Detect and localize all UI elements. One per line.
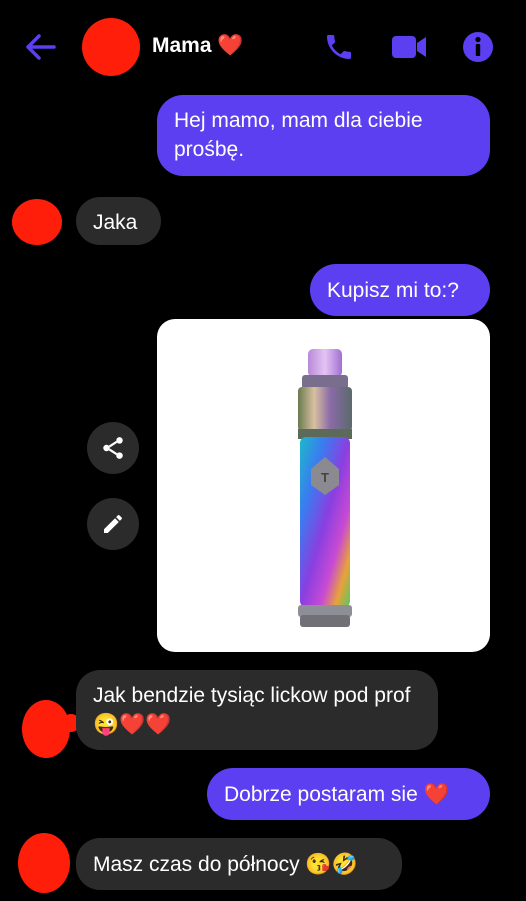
message-image[interactable]: T bbox=[157, 319, 490, 652]
message-outgoing[interactable]: Hej mamo, mam dla ciebie prośbę. bbox=[157, 95, 490, 176]
contact-name[interactable]: Mama ❤️ bbox=[152, 34, 244, 58]
vape-pen-image: T bbox=[298, 349, 352, 627]
back-arrow-icon[interactable] bbox=[24, 32, 56, 67]
video-camera-icon[interactable] bbox=[391, 33, 427, 66]
avatar bbox=[22, 700, 70, 758]
phone-icon[interactable] bbox=[323, 31, 355, 68]
message-text: Dobrze postaram sie ❤️ bbox=[224, 783, 450, 806]
message-text: Jak bendzie tysiąc lickow pod prof 😜❤️❤️ bbox=[93, 684, 411, 736]
message-text: Hej mamo, mam dla ciebie prośbę. bbox=[174, 109, 423, 161]
message-incoming[interactable]: Jak bendzie tysiąc lickow pod prof 😜❤️❤️ bbox=[76, 670, 438, 750]
message-text: Masz czas do północy 😘🤣 bbox=[93, 853, 358, 876]
share-icon bbox=[103, 437, 123, 459]
message-incoming[interactable]: Masz czas do północy 😘🤣 bbox=[76, 838, 402, 890]
avatar[interactable] bbox=[82, 18, 140, 76]
avatar bbox=[18, 833, 70, 893]
message-incoming[interactable]: Jaka bbox=[76, 197, 161, 245]
info-icon[interactable] bbox=[462, 31, 494, 68]
avatar bbox=[12, 199, 62, 245]
message-text: Jaka bbox=[93, 211, 138, 234]
message-outgoing[interactable]: Kupisz mi to:? bbox=[310, 264, 490, 316]
share-button[interactable] bbox=[87, 422, 139, 474]
pencil-icon bbox=[104, 514, 122, 533]
message-text: Kupisz mi to:? bbox=[327, 279, 459, 302]
edit-button[interactable] bbox=[87, 498, 139, 550]
svg-text:T: T bbox=[321, 470, 329, 485]
message-outgoing[interactable]: Dobrze postaram sie ❤️ bbox=[207, 768, 490, 820]
